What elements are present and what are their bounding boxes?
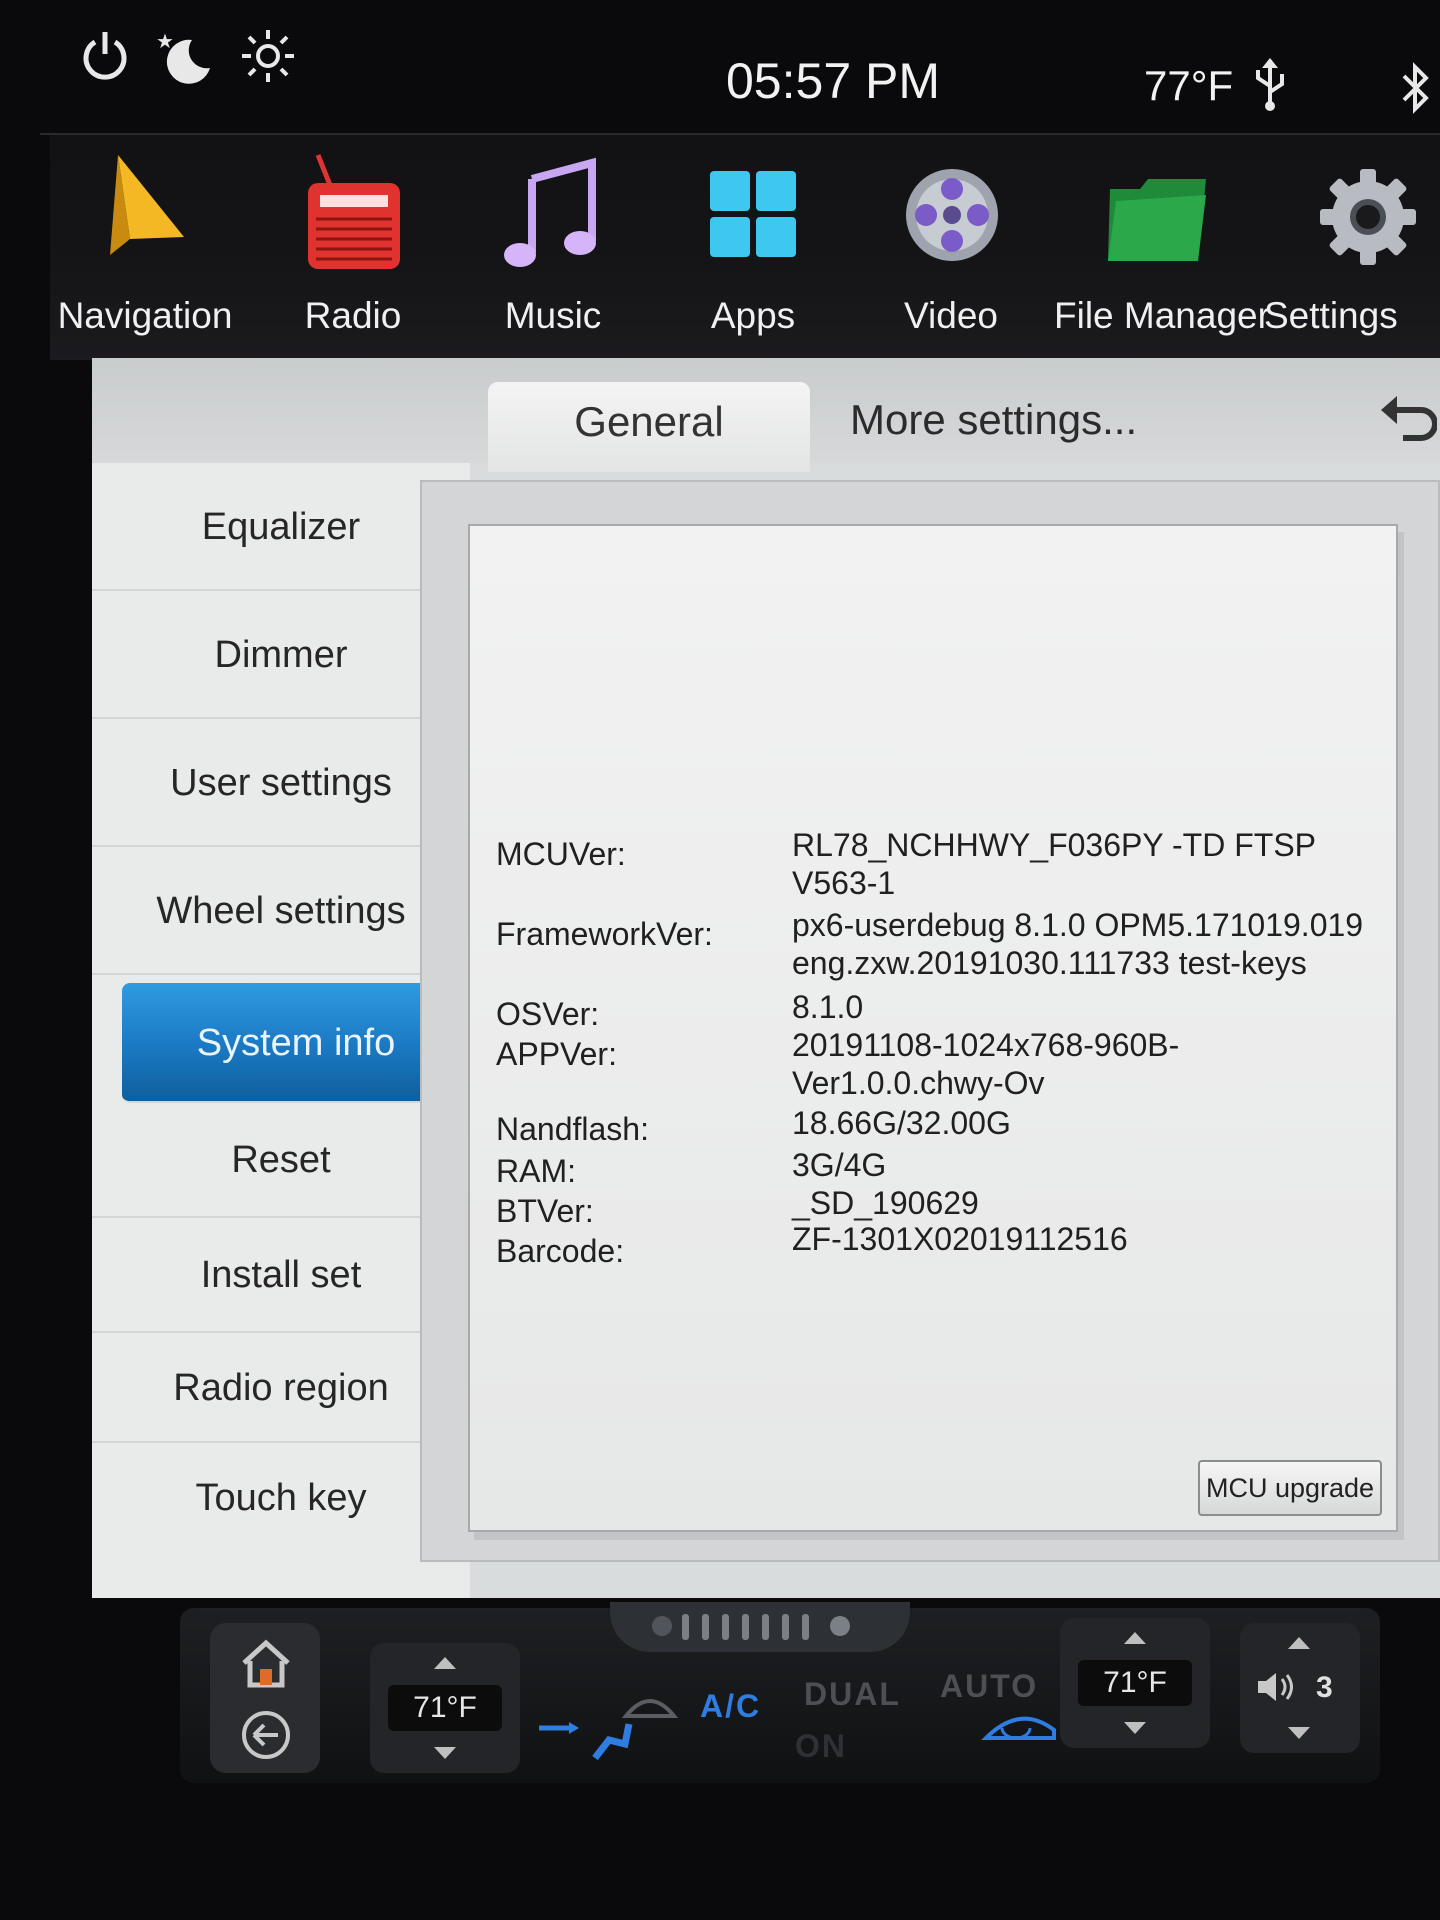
os-version-value: 8.1.0 <box>792 989 864 1025</box>
mcu-version-value: RL78_NCHHWY_F036PY -TD FTSP V563-1 <box>792 826 1392 902</box>
dock-label: Apps <box>710 295 796 336</box>
radio-icon <box>298 145 408 275</box>
ram-label: RAM: <box>496 1153 576 1189</box>
music-note-icon <box>498 145 608 275</box>
sidebar-item-wheel-settings[interactable]: Wheel settings <box>92 847 470 975</box>
film-reel-icon <box>896 145 1006 275</box>
sidebar-item-equalizer[interactable]: Equalizer <box>92 463 470 591</box>
dock-item-music[interactable]: Music <box>458 135 648 360</box>
speaker-icon <box>1254 1669 1298 1710</box>
barcode-value: ZF-1301X02019112516 <box>792 1221 1128 1257</box>
temp-down-icon[interactable] <box>434 1747 456 1759</box>
dock-label: Music <box>504 295 602 336</box>
framework-version-label: FrameworkVer: <box>496 916 713 952</box>
dock-label: Settings <box>1264 295 1398 336</box>
fan-speed-icon <box>652 1614 850 1640</box>
power-icon[interactable] <box>80 28 130 89</box>
tab-bar: General More settings... <box>92 358 1440 472</box>
bt-version-value: _SD_190629 <box>792 1185 979 1221</box>
dock-label: Video <box>904 295 998 336</box>
volume-down-icon[interactable] <box>1288 1727 1310 1739</box>
dock-label: File Manager <box>1054 295 1270 336</box>
app-dock: Navigation Radio Music Apps Video File M… <box>50 135 1440 360</box>
system-info-panel: MCUVer: RL78_NCHHWY_F036PY -TD FTSP V563… <box>468 524 1398 1532</box>
back-icon[interactable] <box>1377 388 1438 448</box>
temp-down-icon[interactable] <box>1124 1722 1146 1734</box>
mcu-version-label: MCUVer: <box>496 836 626 872</box>
sidebar-item-dimmer[interactable]: Dimmer <box>92 591 470 719</box>
sidebar-item-radio-region[interactable]: Radio region <box>92 1333 470 1443</box>
dock-item-settings[interactable]: Settings <box>1256 135 1440 360</box>
ac-button[interactable]: A/C <box>700 1688 761 1725</box>
framework-version-line: px6-userdebug 8.1.0 OPM5.171019.019 <box>792 907 1364 943</box>
svg-text:★: ★ <box>156 29 174 53</box>
sidebar-item-install-set[interactable]: Install set <box>92 1218 470 1333</box>
home-icon[interactable] <box>238 1639 294 1694</box>
status-bar: ★ 05:57 PM 77°F <box>40 20 1440 135</box>
dual-button[interactable]: DUAL <box>804 1676 901 1713</box>
app-version-line: 20191108-1024x768-960B- <box>792 1027 1180 1063</box>
clock: 05:57 PM <box>726 53 941 109</box>
framework-version-line: eng.zxw.20191030.111733 test-keys <box>792 945 1307 981</box>
mcu-version-line: RL78_NCHHWY_F036PY -TD FTSP <box>792 827 1316 863</box>
sidebar-item-reset[interactable]: Reset <box>92 1103 470 1218</box>
volume-level: 3 <box>1316 1671 1333 1704</box>
apps-grid-icon <box>698 145 808 275</box>
mcu-version-line: V563-1 <box>792 865 896 901</box>
volume-up-icon[interactable] <box>1288 1637 1310 1649</box>
dock-item-video[interactable]: Video <box>856 135 1046 360</box>
framework-version-value: px6-userdebug 8.1.0 OPM5.171019.019 eng.… <box>792 906 1392 982</box>
sidebar: Equalizer Dimmer User settings Wheel set… <box>92 463 470 1598</box>
sidebar-item-touch-key[interactable]: Touch key <box>92 1443 470 1553</box>
gear-icon <box>1308 145 1418 275</box>
mcu-upgrade-button[interactable]: MCU upgrade <box>1198 1460 1382 1516</box>
bt-version-label: BTVer: <box>496 1193 594 1229</box>
dock-label: Radio <box>304 295 402 336</box>
folder-icon <box>1102 145 1212 275</box>
tab-more-settings[interactable]: More settings... <box>850 396 1137 444</box>
night-mode-icon[interactable]: ★ <box>152 26 216 91</box>
back-circle-icon[interactable] <box>240 1709 292 1766</box>
volume-control[interactable]: 3 <box>1240 1623 1360 1753</box>
dock-item-navigation[interactable]: Navigation <box>50 135 240 360</box>
content-area: MCUVer: RL78_NCHHWY_F036PY -TD FTSP V563… <box>420 480 1440 1562</box>
nandflash-label: Nandflash: <box>496 1111 649 1147</box>
power-on-button[interactable]: ON <box>795 1728 847 1765</box>
tab-general[interactable]: General <box>488 382 810 472</box>
app-version-value: 20191108-1024x768-960B- Ver1.0.0.chwy-Ov <box>792 1026 1392 1102</box>
sidebar-item-system-info[interactable]: System info <box>122 983 470 1103</box>
driver-temp-control[interactable]: 71°F <box>370 1643 520 1773</box>
front-defrost-icon[interactable] <box>620 1686 680 1731</box>
usb-icon <box>1250 56 1290 117</box>
os-version-label: OSVer: <box>496 996 600 1032</box>
navigation-arrow-icon <box>90 145 200 275</box>
temp-up-icon[interactable] <box>434 1657 456 1669</box>
passenger-temperature: 71°F <box>1078 1660 1192 1706</box>
dock-item-radio[interactable]: Radio <box>258 135 448 360</box>
app-version-label: APPVer: <box>496 1036 617 1072</box>
brightness-icon[interactable] <box>240 28 296 89</box>
app-version-line: Ver1.0.0.chwy-Ov <box>792 1065 1045 1101</box>
driver-temperature: 71°F <box>388 1685 502 1731</box>
barcode-label: Barcode: <box>496 1233 625 1269</box>
passenger-temp-control[interactable]: 71°F <box>1060 1618 1210 1748</box>
recirculation-icon[interactable] <box>980 1708 1060 1753</box>
bluetooth-icon <box>1398 60 1432 121</box>
dock-label: Navigation <box>57 295 233 336</box>
temp-up-icon[interactable] <box>1124 1632 1146 1644</box>
auto-button[interactable]: AUTO <box>940 1668 1038 1705</box>
fan-speed-bar[interactable] <box>610 1602 910 1652</box>
ram-value: 3G/4G <box>792 1147 887 1183</box>
dock-item-file-manager[interactable]: File Manager <box>1054 135 1270 360</box>
home-cluster <box>210 1623 320 1773</box>
dock-item-apps[interactable]: Apps <box>658 135 848 360</box>
outside-temperature: 77°F <box>1144 62 1234 109</box>
sidebar-item-user-settings[interactable]: User settings <box>92 719 470 847</box>
settings-window: General More settings... Equalizer Dimme… <box>92 358 1440 1598</box>
climate-bar: 71°F A/C DUAL AUTO ON 71°F 3 <box>180 1602 1380 1783</box>
nandflash-value: 18.66G/32.00G <box>792 1105 1011 1141</box>
